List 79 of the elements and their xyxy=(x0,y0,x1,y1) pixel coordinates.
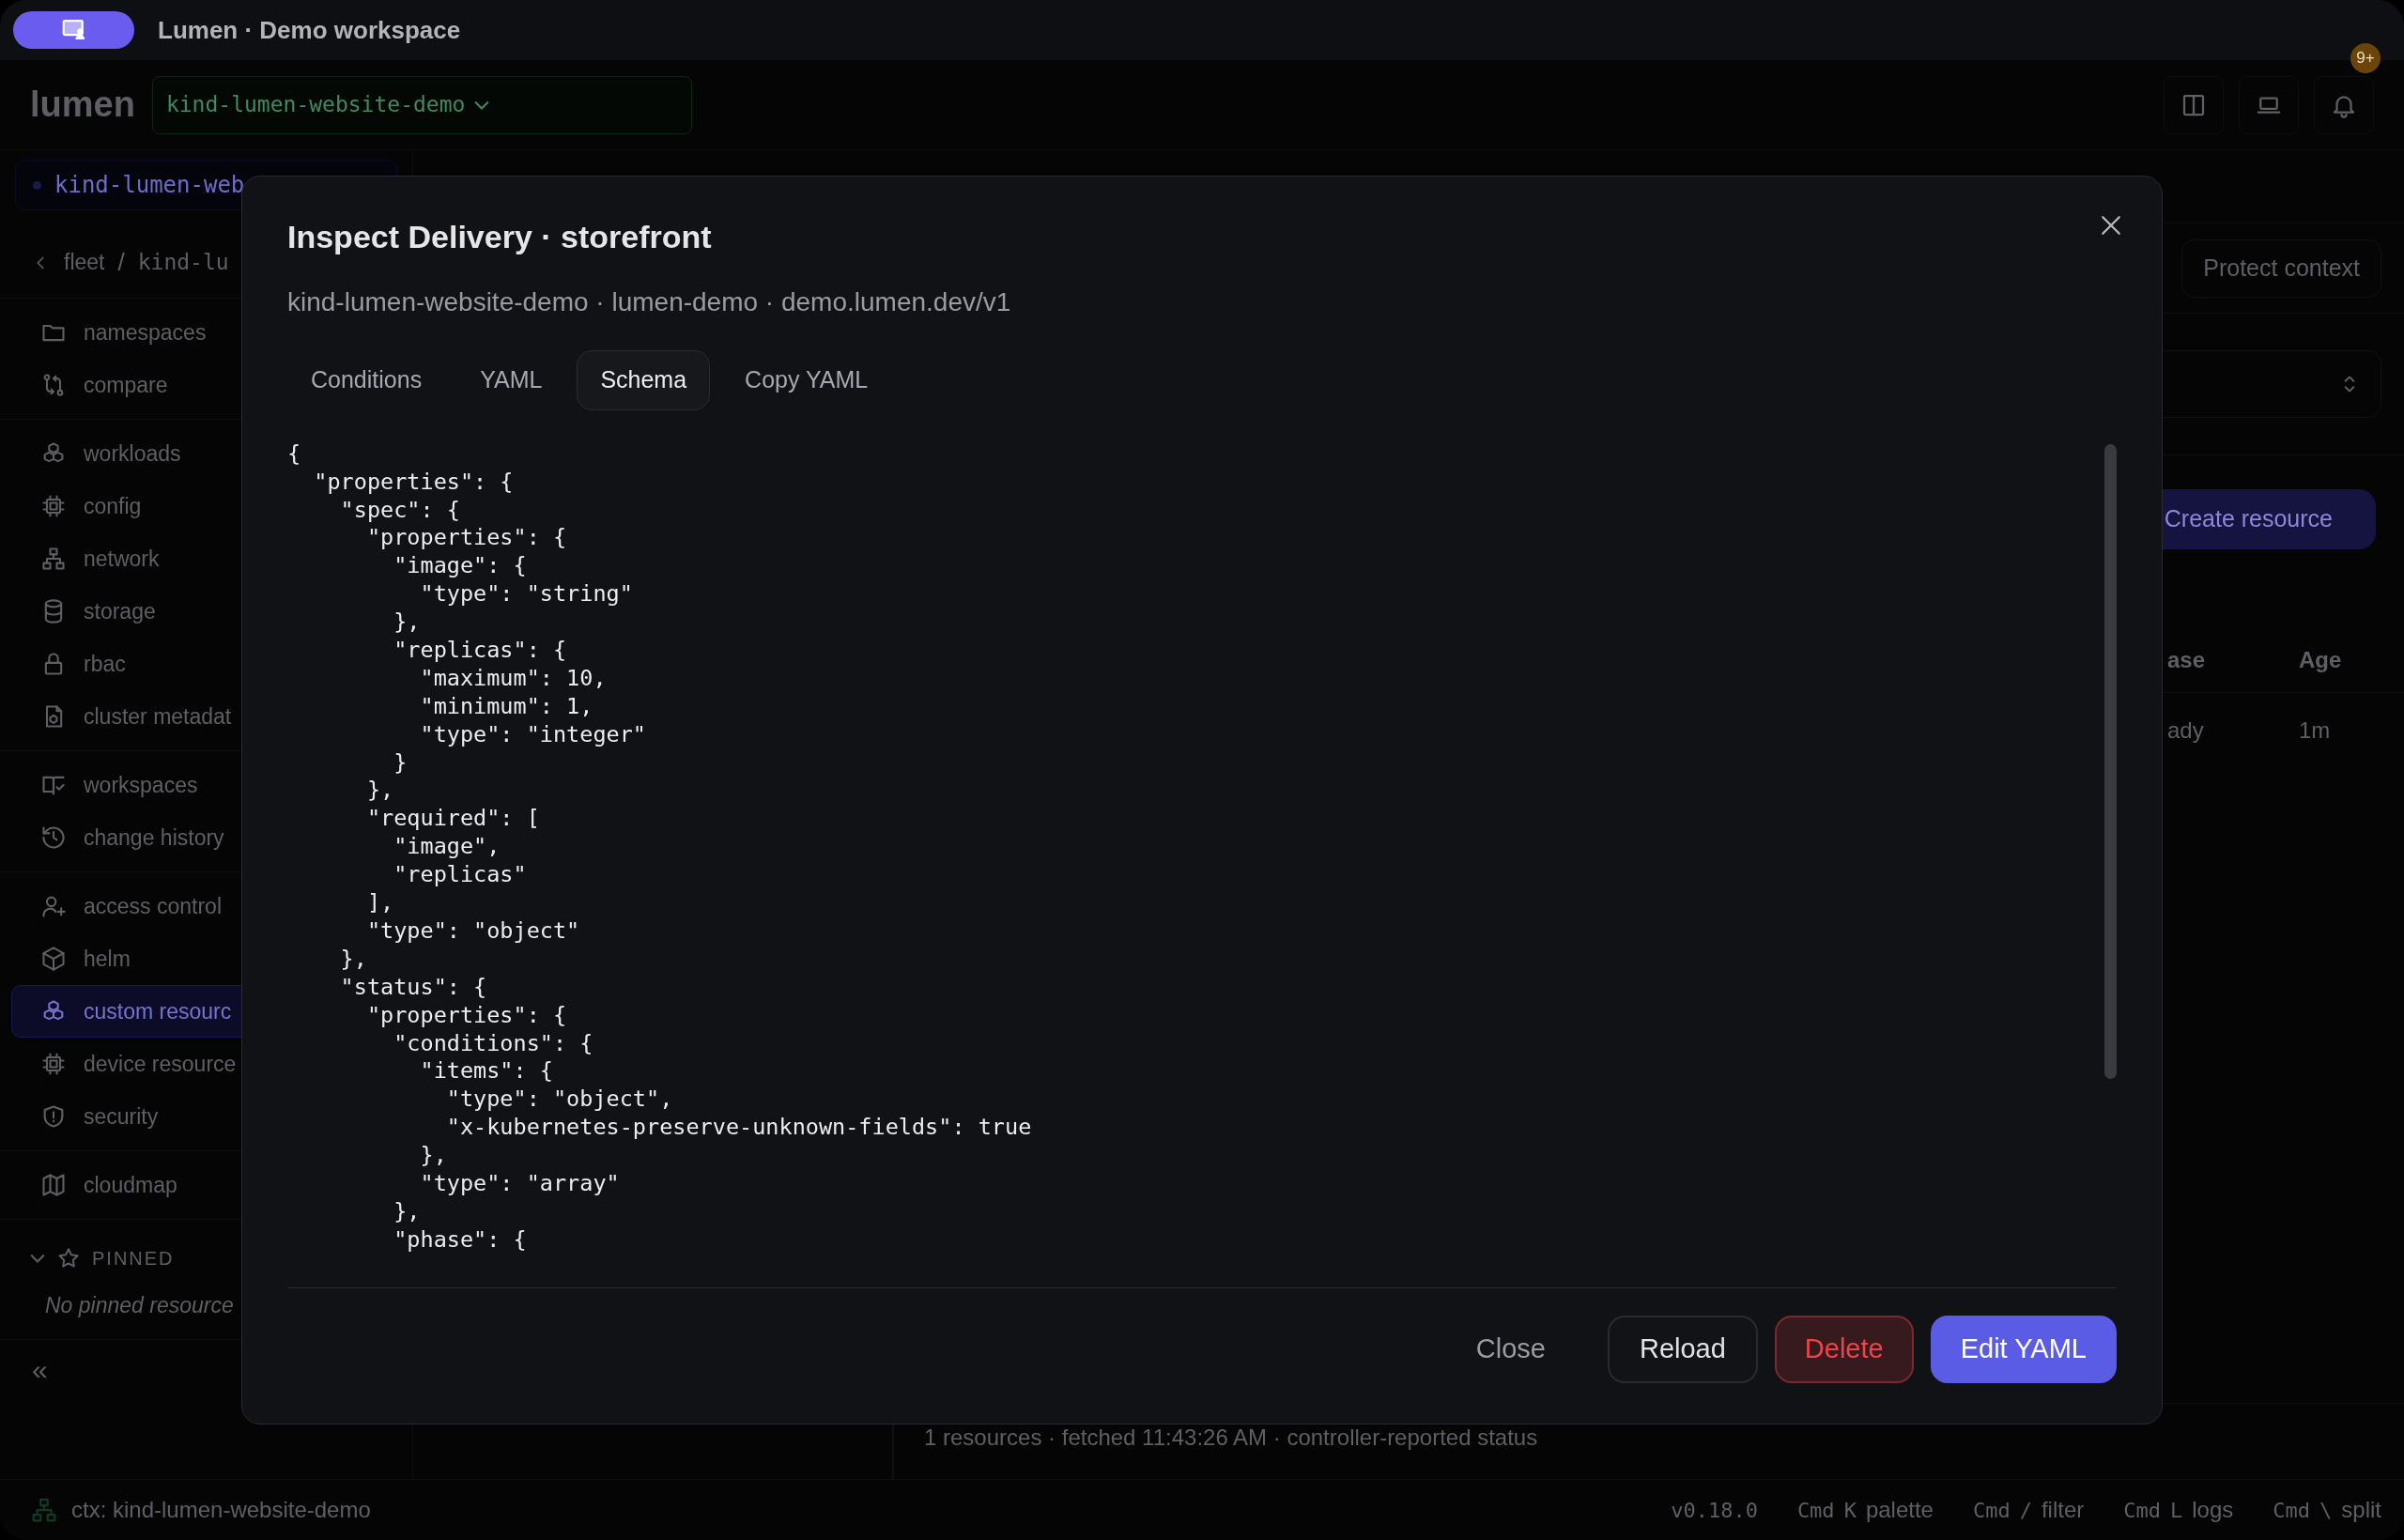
delete-button[interactable]: Delete xyxy=(1774,1316,1914,1383)
tab[interactable]: YAML xyxy=(456,349,566,410)
code-line: "type": "object" xyxy=(365,916,580,944)
chip-icon xyxy=(40,493,67,519)
shortcut-key: K xyxy=(1843,1494,1857,1526)
breadcrumb-separator: / xyxy=(117,247,125,278)
code-line: "items": { xyxy=(419,1057,553,1085)
code-line: }, xyxy=(393,608,421,636)
tab[interactable]: Conditions xyxy=(287,349,446,410)
section-heading: PINNED xyxy=(92,1247,175,1270)
code-line: }, xyxy=(365,777,394,804)
column-header: ase xyxy=(2167,647,2206,672)
chevron-down-icon xyxy=(30,1254,45,1263)
code-line: }, xyxy=(393,1197,421,1224)
code-line: "properties": { xyxy=(313,468,514,495)
context-label: ctx: kind-lumen-website-demo xyxy=(71,1496,371,1524)
history-icon xyxy=(40,824,67,851)
code-line: "replicas" xyxy=(393,861,527,888)
chip-icon xyxy=(40,1051,67,1077)
shortcut-key: Cmd xyxy=(2273,1494,2311,1526)
sidebar-item[interactable]: security xyxy=(11,1090,401,1143)
code-line: "minimum": 1, xyxy=(419,692,593,719)
code-line: "type": "object", xyxy=(445,1086,673,1113)
scrollbar[interactable] xyxy=(2104,443,2117,1079)
shortcut-label: split xyxy=(2341,1496,2381,1524)
code-line: "required": [ xyxy=(365,805,540,832)
version-label: v0.18.0 xyxy=(1671,1497,1758,1524)
context-select[interactable]: kind-lumen-website-demo xyxy=(151,75,692,134)
breadcrumb-link[interactable]: kind-lu xyxy=(137,246,229,279)
breadcrumb-link[interactable]: fleet xyxy=(64,246,105,279)
network-icon xyxy=(30,1496,58,1524)
empty-message: No pinned resource xyxy=(45,1293,234,1317)
map-icon xyxy=(40,1172,67,1198)
code-line: "phase": { xyxy=(393,1225,527,1253)
app-badge[interactable] xyxy=(13,11,134,49)
split-view-button[interactable] xyxy=(2164,75,2224,134)
laptop-button[interactable] xyxy=(2239,75,2299,134)
code-line: "image", xyxy=(393,833,501,860)
dialog-title: Inspect Delivery · storefront xyxy=(287,218,712,256)
protect-context-button[interactable]: Protect context xyxy=(2181,239,2381,298)
code-line: "type": "array" xyxy=(419,1169,620,1196)
code-line: ], xyxy=(365,889,394,916)
code-line: "properties": { xyxy=(365,524,567,551)
chevron-down-icon xyxy=(474,100,490,110)
code-line: "image": { xyxy=(393,552,527,579)
network-icon xyxy=(40,546,67,572)
collapse-button[interactable]: « xyxy=(32,1353,48,1385)
reload-button[interactable]: Reload xyxy=(1607,1316,1758,1383)
shortcut-key: L xyxy=(2170,1494,2183,1526)
code-line: "x-kubernetes-preserve-unknown-fields": true xyxy=(445,1114,1032,1141)
shortcut-key: Cmd xyxy=(1796,1494,1835,1526)
shortcut-key: \ xyxy=(2319,1494,2333,1526)
tab[interactable]: Copy YAML xyxy=(721,349,892,410)
shortcut-label: filter xyxy=(2041,1496,2085,1524)
shortcut-key: Cmd xyxy=(2123,1494,2162,1526)
dialog-subtitle: kind-lumen-website-demo · lumen-demo · demo.lumen.dev/v1 xyxy=(287,286,1011,316)
code-line: "replicas": { xyxy=(393,637,567,664)
brand-logo: lumen xyxy=(30,84,135,126)
table-cell: 1m xyxy=(2299,717,2331,743)
shortcut-key: Cmd xyxy=(1972,1494,2011,1526)
window-title: Lumen · Demo workspace xyxy=(158,14,461,46)
code-line: }, xyxy=(339,945,367,972)
shortcut-label: palette xyxy=(1865,1496,1934,1524)
code-line: { xyxy=(287,439,301,467)
table-cell: ady xyxy=(2167,717,2204,743)
code-line: "maximum": 10, xyxy=(419,664,607,691)
close-button[interactable]: Close xyxy=(1445,1316,1576,1383)
box-icon xyxy=(40,946,67,972)
shortcut-key: / xyxy=(2019,1494,2032,1526)
code-line: } xyxy=(393,748,408,776)
code-line: }, xyxy=(419,1142,447,1169)
column-header: Age xyxy=(2299,647,2342,672)
code-line: "type": "integer" xyxy=(419,720,646,747)
code-line: "spec": { xyxy=(339,496,460,523)
tab[interactable]: Schema xyxy=(577,349,711,410)
code-line: "type": "string" xyxy=(419,580,633,608)
edit-yaml-button[interactable]: Edit YAML xyxy=(1930,1316,2117,1383)
sidebar-item[interactable]: cluster metadat xyxy=(11,690,401,743)
shortcut-label: logs xyxy=(2192,1496,2234,1524)
